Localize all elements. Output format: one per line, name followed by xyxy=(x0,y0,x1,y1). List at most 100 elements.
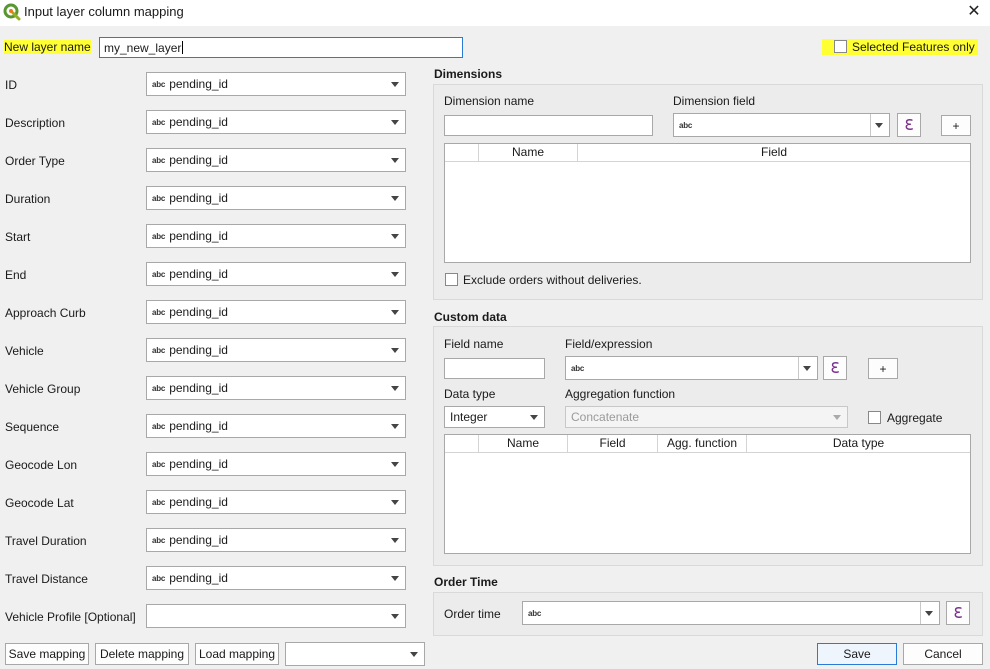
dimensions-table[interactable]: Name Field xyxy=(444,143,971,263)
mapping-row-label: End xyxy=(5,268,27,282)
mapping-field-value: pending_id xyxy=(169,533,228,547)
field-name-label: Field name xyxy=(444,337,504,351)
new-layer-name-input[interactable]: my_new_layer xyxy=(99,37,463,58)
mapping-field-combo[interactable]: abc pending_id xyxy=(146,414,406,438)
chevron-down-icon xyxy=(391,576,399,581)
mapping-field-combo[interactable]: abc pending_id xyxy=(146,262,406,286)
mapping-field-combo[interactable] xyxy=(146,604,406,628)
selected-features-checkbox[interactable] xyxy=(834,40,847,53)
combo-separator xyxy=(870,114,871,136)
mapping-row-label: Start xyxy=(5,230,31,244)
dimension-field-combo[interactable]: abc xyxy=(673,113,890,137)
mapping-row-label: Approach Curb xyxy=(5,306,86,320)
field-type-icon: abc xyxy=(152,497,166,507)
column-header-agg-function[interactable]: Agg. function xyxy=(658,435,747,452)
custom-expression-button[interactable]: ℇ xyxy=(823,356,847,380)
field-type-icon: abc xyxy=(152,573,166,583)
mapping-preset-combo[interactable] xyxy=(285,642,425,666)
data-type-combo[interactable]: Integer xyxy=(444,406,545,428)
aggregation-function-value: Concatenate xyxy=(571,410,640,424)
field-expression-combo[interactable]: abc xyxy=(565,356,818,380)
exclude-orders-checkbox[interactable] xyxy=(445,273,458,286)
mapping-field-combo[interactable]: abc pending_id xyxy=(146,300,406,324)
column-header-field[interactable]: Field xyxy=(578,144,970,161)
chevron-down-icon xyxy=(391,500,399,505)
data-type-value: Integer xyxy=(450,410,488,424)
column-header-field[interactable]: Field xyxy=(568,435,658,452)
mapping-field-combo[interactable]: abc pending_id xyxy=(146,376,406,400)
mapping-field-combo[interactable]: abc pending_id xyxy=(146,72,406,96)
dimension-expression-button[interactable]: ℇ xyxy=(897,113,921,137)
mapping-field-combo[interactable]: abc pending_id xyxy=(146,490,406,514)
chevron-down-icon xyxy=(530,415,538,420)
mapping-row-label: Geocode Lat xyxy=(5,496,74,510)
order-time-combo[interactable]: abc xyxy=(522,601,940,625)
expression-icon: ℇ xyxy=(830,359,840,377)
combo-separator xyxy=(920,602,921,624)
add-custom-data-button[interactable]: + xyxy=(868,358,898,379)
mapping-field-combo[interactable]: abc pending_id xyxy=(146,528,406,552)
field-type-icon: abc xyxy=(152,459,166,469)
mapping-field-combo[interactable]: abc pending_id xyxy=(146,110,406,134)
custom-data-table[interactable]: Name Field Agg. function Data type xyxy=(444,434,971,554)
field-type-icon: abc xyxy=(152,231,166,241)
field-type-icon: abc xyxy=(152,193,166,203)
aggregate-label: Aggregate xyxy=(887,411,943,425)
mapping-field-value: pending_id xyxy=(169,191,228,205)
chevron-down-icon xyxy=(391,386,399,391)
column-header-name[interactable]: Name xyxy=(479,435,568,452)
delete-mapping-button[interactable]: Delete mapping xyxy=(95,643,189,665)
field-expression-label: Field/expression xyxy=(565,337,653,351)
close-icon[interactable]: ✕ xyxy=(964,1,984,21)
mapping-field-combo[interactable]: abc pending_id xyxy=(146,186,406,210)
chevron-down-icon xyxy=(875,123,883,128)
mapping-field-value: pending_id xyxy=(169,267,228,281)
column-header-index xyxy=(445,144,479,161)
chevron-down-icon xyxy=(391,462,399,467)
field-name-input[interactable] xyxy=(444,358,545,379)
column-header-name[interactable]: Name xyxy=(479,144,578,161)
field-type-icon: abc xyxy=(152,79,166,89)
column-header-data-type[interactable]: Data type xyxy=(747,435,970,452)
mapping-field-combo[interactable]: abc pending_id xyxy=(146,452,406,476)
text-cursor xyxy=(182,41,184,54)
mapping-field-combo[interactable]: abc pending_id xyxy=(146,148,406,172)
aggregate-checkbox[interactable] xyxy=(868,411,881,424)
save-mapping-button[interactable]: Save mapping xyxy=(5,643,89,665)
field-type-icon: abc xyxy=(152,535,166,545)
chevron-down-icon xyxy=(833,415,841,420)
custom-data-table-header: Name Field Agg. function Data type xyxy=(445,435,970,453)
save-button[interactable]: Save xyxy=(817,643,897,665)
add-dimension-button[interactable]: + xyxy=(941,115,971,136)
mapping-field-value: pending_id xyxy=(169,381,228,395)
mapping-field-value: pending_id xyxy=(169,419,228,433)
combo-separator xyxy=(798,357,799,379)
chevron-down-icon xyxy=(391,310,399,315)
order-time-title: Order Time xyxy=(434,575,498,589)
dimension-field-label: Dimension field xyxy=(673,94,756,108)
mapping-field-combo[interactable]: abc pending_id xyxy=(146,566,406,590)
field-type-icon: abc xyxy=(152,383,166,393)
aggregation-function-label: Aggregation function xyxy=(565,387,676,401)
mapping-field-value: pending_id xyxy=(169,115,228,129)
dimensions-table-header: Name Field xyxy=(445,144,970,162)
chevron-down-icon xyxy=(410,652,418,657)
chevron-down-icon xyxy=(391,424,399,429)
chevron-down-icon xyxy=(391,196,399,201)
mapping-row-label: Order Type xyxy=(5,154,65,168)
mapping-field-combo[interactable]: abc pending_id xyxy=(146,224,406,248)
cancel-button[interactable]: Cancel xyxy=(903,643,983,665)
mapping-field-value: pending_id xyxy=(169,153,228,167)
chevron-down-icon xyxy=(391,234,399,239)
expression-icon: ℇ xyxy=(953,604,963,622)
load-mapping-button[interactable]: Load mapping xyxy=(195,643,279,665)
field-type-icon: abc xyxy=(152,345,166,355)
field-type-icon: abc xyxy=(152,155,166,165)
field-type-icon: abc xyxy=(152,307,166,317)
mapping-field-combo[interactable]: abc pending_id xyxy=(146,338,406,362)
selected-features-label: Selected Features only xyxy=(852,40,975,54)
dimension-name-input[interactable] xyxy=(444,115,653,136)
mapping-field-value: pending_id xyxy=(169,495,228,509)
field-type-icon: abc xyxy=(152,421,166,431)
order-time-expression-button[interactable]: ℇ xyxy=(946,601,970,625)
